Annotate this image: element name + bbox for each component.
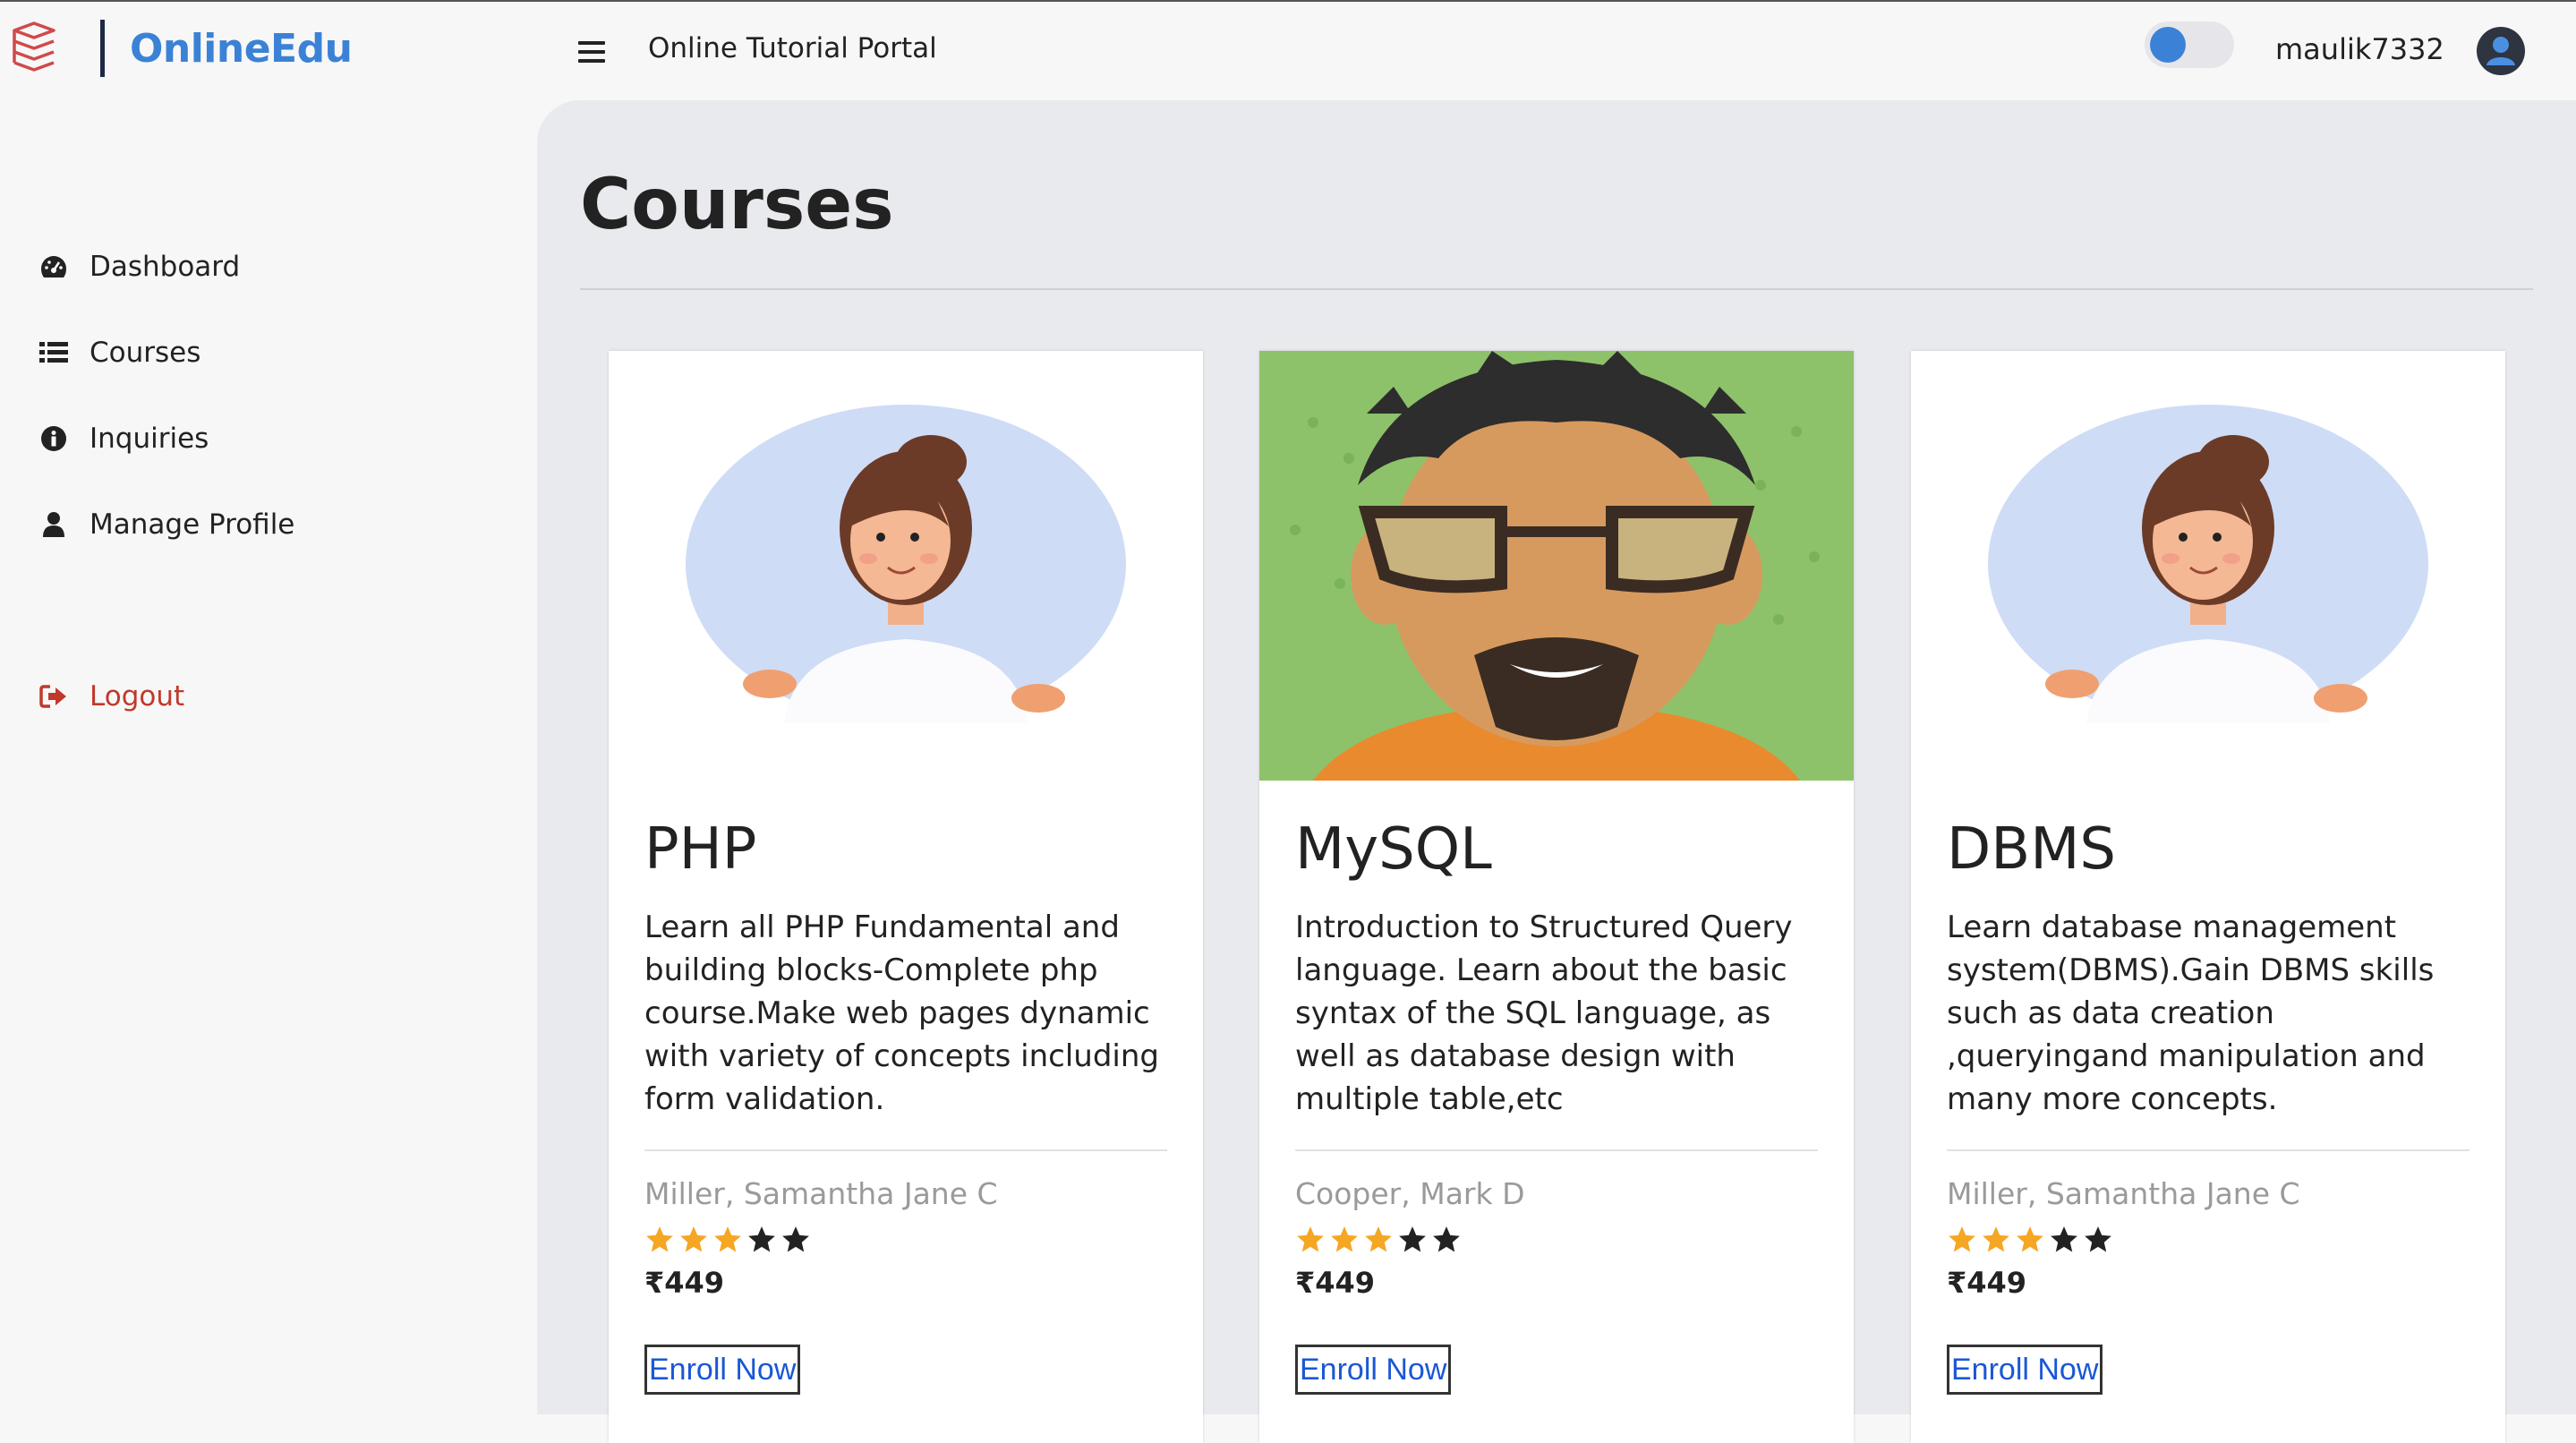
course-price: ₹449 [1947,1266,2027,1300]
male-avatar-image [1259,351,1854,781]
sidebar-item-label: Inquiries [90,423,209,455]
course-price: ₹449 [1295,1266,1376,1300]
course-title: DBMS [1947,816,2117,883]
course-card-php: PHP Learn all PHP Fundamental and buildi… [609,351,1203,1443]
user-avatar-icon[interactable] [2476,26,2526,76]
username-label[interactable]: maulik7332 [2275,32,2444,66]
course-price: ₹449 [644,1266,725,1300]
theme-toggle-switch[interactable] [2145,21,2234,68]
sidebar-item-label: Courses [90,337,201,369]
user-icon [38,510,70,539]
sign-out-icon [38,682,70,711]
course-author: Miller, Samantha Jane C [1947,1176,2300,1211]
rating-stars [1947,1225,2117,1255]
course-description: Learn database management system(DBMS).G… [1947,909,2435,1117]
star-empty-icon [782,1226,809,1252]
star-filled-icon [1331,1226,1358,1252]
star-empty-icon [2051,1226,2077,1252]
star-empty-icon [1399,1226,1426,1252]
course-description: Introduction to Structured Query languag… [1295,909,1793,1117]
card-divider [1295,1149,1818,1151]
list-icon [38,338,70,367]
enroll-now-button[interactable]: Enroll Now [1295,1345,1452,1395]
star-empty-icon [1433,1226,1460,1252]
rating-stars [1295,1225,1465,1255]
star-filled-icon [680,1226,707,1252]
main-content: Courses PHP Learn all PHP Fundamental an… [537,100,2576,1443]
star-filled-icon [2017,1226,2043,1252]
layers-logo-icon [13,21,55,72]
course-description: Learn all PHP Fundamental and building b… [644,909,1160,1117]
sidebar-item-label: Dashboard [90,251,241,283]
star-filled-icon [1297,1226,1324,1252]
course-author: Cooper, Mark D [1295,1176,1525,1211]
course-card-dbms: DBMS Learn database management system(DB… [1911,351,2505,1443]
brand-logo[interactable]: OnlineEdu [11,20,353,77]
sidebar-item-courses[interactable]: Courses [38,337,200,369]
enroll-now-button[interactable]: Enroll Now [644,1345,801,1395]
star-filled-icon [714,1226,741,1252]
card-divider [1947,1149,2469,1151]
star-filled-icon [1983,1226,2009,1252]
menu-toggle-icon[interactable] [578,41,605,63]
star-empty-icon [2085,1226,2111,1252]
sidebar-item-inquiries[interactable]: Inquiries [38,423,209,455]
window-top-border [0,0,2576,2]
course-author: Miller, Samantha Jane C [644,1176,998,1211]
brand-name: OnlineEdu [130,25,353,72]
title-divider [580,288,2533,290]
star-filled-icon [646,1226,673,1252]
star-filled-icon [1949,1226,1975,1252]
sidebar-item-dashboard[interactable]: Dashboard [38,251,240,283]
sidebar-item-manage-profile[interactable]: Manage Profile [38,508,294,541]
portal-title: Online Tutorial Portal [648,32,937,64]
star-empty-icon [748,1226,775,1252]
card-divider [644,1149,1167,1151]
star-filled-icon [1365,1226,1392,1252]
sidebar-item-label: Logout [90,680,185,713]
course-card-mysql: MySQL Introduction to Structured Query l… [1259,351,1854,1443]
course-title: PHP [644,816,757,883]
info-circle-icon [38,424,70,453]
page-title: Courses [580,165,894,245]
sidebar-item-logout[interactable]: Logout [38,680,184,713]
female-avatar-image [1911,351,2505,781]
dashboard-gauge-icon [38,252,70,281]
toggle-knob [2150,27,2186,63]
sidebar-item-label: Manage Profile [90,508,295,541]
rating-stars [644,1225,815,1255]
enroll-now-button[interactable]: Enroll Now [1947,1345,2103,1395]
brand-divider [100,20,105,77]
female-avatar-image [609,351,1203,781]
course-title: MySQL [1295,816,1492,883]
